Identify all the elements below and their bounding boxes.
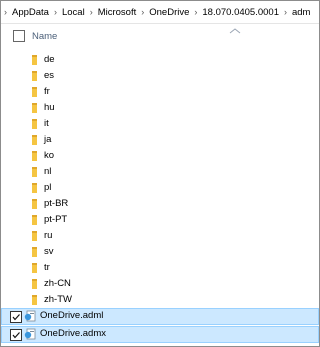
list-item[interactable]: zh-CN [1, 276, 319, 292]
folder-name: pl [44, 182, 52, 193]
file-name: OneDrive.adml [40, 310, 104, 321]
column-header: Name [1, 24, 319, 50]
folder-icon [32, 183, 37, 193]
folder-icon [32, 199, 37, 209]
breadcrumb-item-local[interactable]: Local [62, 7, 85, 18]
folder-name: zh-CN [44, 278, 71, 289]
folder-icon [32, 119, 37, 129]
folder-icon [32, 231, 37, 241]
row-checkbox[interactable] [10, 329, 22, 341]
list-item[interactable]: pt-BR [1, 196, 319, 212]
folder-name: ja [44, 134, 52, 145]
file-name: OneDrive.admx [40, 328, 106, 339]
sort-up-arrow-icon[interactable] [229, 27, 241, 35]
folder-icon [32, 71, 37, 81]
breadcrumb[interactable]: › AppData › Local › Microsoft › OneDrive… [1, 1, 319, 24]
admin-template-file-icon [24, 328, 36, 340]
list-item[interactable]: pt-PT [1, 212, 319, 228]
list-item[interactable]: ko [1, 148, 319, 164]
folder-name: nl [44, 166, 52, 177]
row-checkbox[interactable] [10, 311, 22, 323]
file-list: de es fr hu it ja ko nl pl pt-BR pt-PT ru sv tr zh-CN z… [1, 50, 319, 346]
list-item[interactable]: ja [1, 132, 319, 148]
admin-template-file-icon [24, 310, 36, 322]
list-item[interactable]: hu [1, 100, 319, 116]
folder-name: hu [44, 102, 55, 113]
folder-icon [32, 55, 37, 65]
folder-name: es [44, 70, 55, 81]
list-item[interactable]: pl [1, 180, 319, 196]
list-item-selected[interactable]: OneDrive.adml [1, 308, 319, 325]
list-item[interactable]: sv [1, 244, 319, 260]
folder-name: ko [44, 150, 55, 161]
breadcrumb-item-appdata[interactable]: AppData [12, 7, 49, 18]
folder-icon [32, 167, 37, 177]
chevron-right-icon[interactable]: › [90, 7, 93, 17]
list-item[interactable]: zh-TW [1, 292, 319, 308]
folder-icon [32, 247, 37, 257]
chevron-right-icon[interactable]: › [141, 7, 144, 17]
folder-name: it [44, 118, 49, 129]
folder-name: sv [44, 246, 54, 257]
list-item[interactable]: it [1, 116, 319, 132]
list-item[interactable]: nl [1, 164, 319, 180]
select-all-checkbox[interactable] [13, 30, 25, 42]
folder-name: de [44, 54, 55, 65]
folder-icon [32, 151, 37, 161]
list-item[interactable]: es [1, 68, 319, 84]
folder-icon [32, 295, 37, 305]
list-item-selected[interactable]: OneDrive.admx [1, 326, 319, 343]
folder-icon [32, 279, 37, 289]
chevron-right-icon[interactable]: › [284, 7, 287, 17]
folder-icon [32, 87, 37, 97]
folder-name: fr [44, 86, 50, 97]
breadcrumb-item-onedrive[interactable]: OneDrive [149, 7, 189, 18]
file-explorer-window: › AppData › Local › Microsoft › OneDrive… [0, 0, 320, 347]
folder-icon [32, 135, 37, 145]
checkmark-icon [12, 314, 20, 321]
folder-name: ru [44, 230, 53, 241]
breadcrumb-item-adm[interactable]: adm [292, 7, 310, 18]
column-header-name[interactable]: Name [32, 31, 57, 42]
list-item[interactable]: fr [1, 84, 319, 100]
list-item[interactable]: ru [1, 228, 319, 244]
folder-icon [32, 263, 37, 273]
folder-name: pt-BR [44, 198, 69, 209]
checkmark-icon [12, 332, 20, 339]
chevron-right-icon[interactable]: › [54, 7, 57, 17]
breadcrumb-item-microsoft[interactable]: Microsoft [98, 7, 137, 18]
folder-name: tr [44, 262, 50, 273]
chevron-right-icon[interactable]: › [194, 7, 197, 17]
folder-name: zh-TW [44, 294, 72, 305]
list-item[interactable]: tr [1, 260, 319, 276]
breadcrumb-item-version[interactable]: 18.070.0405.0001 [202, 7, 279, 18]
folder-icon [32, 103, 37, 113]
list-item[interactable]: de [1, 52, 319, 68]
folder-name: pt-PT [44, 214, 68, 225]
chevron-right-icon: › [4, 7, 7, 17]
folder-icon [32, 215, 37, 225]
